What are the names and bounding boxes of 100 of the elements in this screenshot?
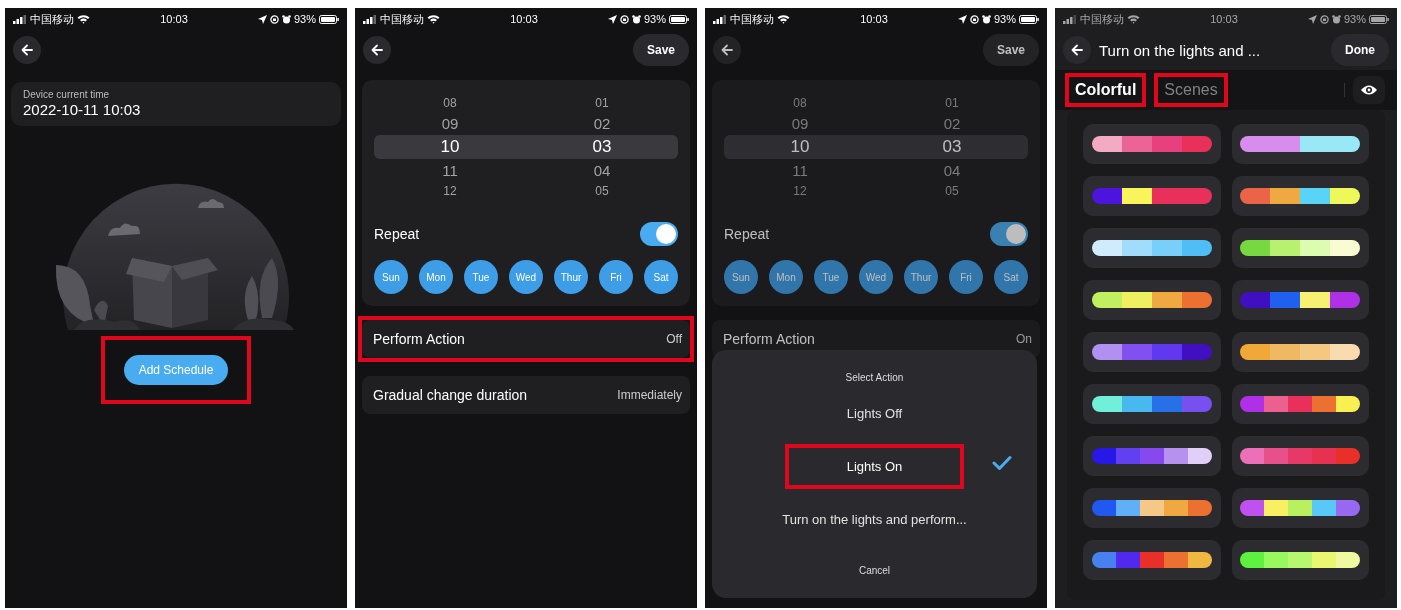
weekday-button[interactable]: Sun (374, 260, 408, 294)
add-schedule-button[interactable]: Add Schedule (124, 355, 228, 385)
alarm-icon (631, 14, 641, 24)
action-option[interactable]: Lights Off (784, 391, 965, 436)
hour-value[interactable]: 11 (442, 162, 458, 179)
location-icon (957, 14, 967, 24)
rotation-lock-icon (969, 14, 979, 24)
palette-card[interactable] (1083, 280, 1221, 320)
hour-value[interactable]: 09 (791, 115, 809, 132)
weekday-button[interactable]: Tue (814, 260, 848, 294)
minute-value[interactable]: 02 (593, 115, 611, 132)
action-option[interactable]: Turn on the lights and perform... (720, 497, 1029, 542)
setting-row[interactable]: Gradual change duration Immediately (362, 376, 690, 414)
device-time-value: 2022-10-11 10:03 (23, 101, 142, 118)
hour-value[interactable]: 12 (443, 184, 457, 198)
hour-value[interactable]: 10 (790, 137, 810, 157)
palette-card[interactable] (1231, 384, 1369, 424)
minute-value[interactable]: 05 (945, 184, 959, 198)
cancel-button[interactable]: Cancel (852, 564, 897, 577)
action-option[interactable]: Lights On (784, 444, 965, 489)
palette-card[interactable] (1083, 176, 1221, 216)
save-button[interactable]: Save (982, 34, 1039, 66)
repeat-toggle[interactable] (990, 222, 1028, 246)
palette-card[interactable] (1083, 124, 1221, 164)
hour-value[interactable]: 10 (440, 137, 460, 157)
hour-value[interactable]: 12 (793, 184, 807, 198)
weekday-button[interactable]: Wed (509, 260, 543, 294)
carrier-name: 中国移动 (1080, 11, 1124, 27)
alarm-icon (981, 14, 991, 24)
battery-percent: 93% (643, 13, 666, 25)
minute-value[interactable]: 05 (595, 184, 609, 198)
setting-label: Gradual change duration (373, 387, 528, 403)
weekday-button[interactable]: Fri (599, 260, 633, 294)
back-button[interactable] (713, 36, 741, 64)
back-button[interactable] (1063, 36, 1091, 64)
rotation-lock-icon (1319, 14, 1329, 24)
tab[interactable]: Scenes (1164, 81, 1218, 99)
back-arrow-icon (371, 44, 383, 56)
palette-card[interactable] (1083, 488, 1221, 528)
carrier-name: 中国移动 (30, 11, 74, 27)
minute-value[interactable]: 03 (942, 137, 962, 157)
weekday-button[interactable]: Sun (724, 260, 758, 294)
setting-row[interactable]: Perform Action Off (362, 320, 690, 358)
hour-value[interactable]: 11 (792, 162, 808, 179)
carrier-name: 中国移动 (730, 11, 774, 27)
carrier-name: 中国移动 (380, 11, 424, 27)
hour-value[interactable]: 09 (441, 115, 459, 132)
minute-value[interactable]: 03 (592, 137, 612, 157)
save-button[interactable]: Save (632, 34, 689, 66)
weekday-button[interactable]: Tue (464, 260, 498, 294)
palette-card[interactable] (1083, 228, 1221, 268)
hour-value[interactable]: 08 (793, 96, 807, 110)
palette-card[interactable] (1231, 124, 1369, 164)
minute-value[interactable]: 02 (943, 115, 961, 132)
eye-icon (1360, 84, 1378, 96)
minute-value[interactable]: 01 (945, 96, 959, 110)
weekday-button[interactable]: Wed (859, 260, 893, 294)
palette-card[interactable] (1231, 540, 1369, 580)
location-icon (607, 14, 617, 24)
clock-time: 10:03 (1210, 13, 1238, 25)
weekday-button[interactable]: Mon (419, 260, 453, 294)
palette-card[interactable] (1083, 436, 1221, 476)
weekday-button[interactable]: Thur (904, 260, 938, 294)
palette-card[interactable] (1231, 436, 1369, 476)
palette-card[interactable] (1083, 332, 1221, 372)
minute-value[interactable]: 04 (593, 162, 611, 179)
weekday-button[interactable]: Sat (644, 260, 678, 294)
signal-icon (713, 14, 727, 24)
sheet-title: Select Action (845, 372, 904, 383)
rotation-lock-icon (269, 14, 279, 24)
weekday-button[interactable]: Sat (994, 260, 1028, 294)
back-button[interactable] (13, 36, 41, 64)
repeat-toggle[interactable] (640, 222, 678, 246)
clock-time: 10:03 (510, 13, 538, 25)
back-arrow-icon (21, 44, 33, 56)
minute-value[interactable]: 01 (595, 96, 609, 110)
tab[interactable]: Colorful (1075, 81, 1137, 99)
minute-value[interactable]: 04 (943, 162, 961, 179)
eye-button[interactable] (1353, 76, 1385, 104)
clock-time: 10:03 (160, 13, 188, 25)
palette-card[interactable] (1231, 332, 1369, 372)
back-button[interactable] (363, 36, 391, 64)
wifi-icon (777, 14, 790, 24)
weekday-button[interactable]: Mon (769, 260, 803, 294)
done-button[interactable]: Done (1331, 34, 1389, 66)
palette-card[interactable] (1231, 280, 1369, 320)
weekday-button[interactable]: Thur (554, 260, 588, 294)
palette-card[interactable] (1231, 176, 1369, 216)
palette-card[interactable] (1231, 228, 1369, 268)
hour-value[interactable]: 08 (443, 96, 457, 110)
setting-label: Perform Action (723, 331, 815, 347)
battery-icon (1369, 14, 1389, 24)
alarm-icon (281, 14, 291, 24)
palette-card[interactable] (1083, 540, 1221, 580)
weekday-button[interactable]: Fri (949, 260, 983, 294)
back-arrow-icon (721, 44, 733, 56)
palette-card[interactable] (1231, 488, 1369, 528)
wifi-icon (77, 14, 90, 24)
battery-icon (1019, 14, 1039, 24)
palette-card[interactable] (1083, 384, 1221, 424)
